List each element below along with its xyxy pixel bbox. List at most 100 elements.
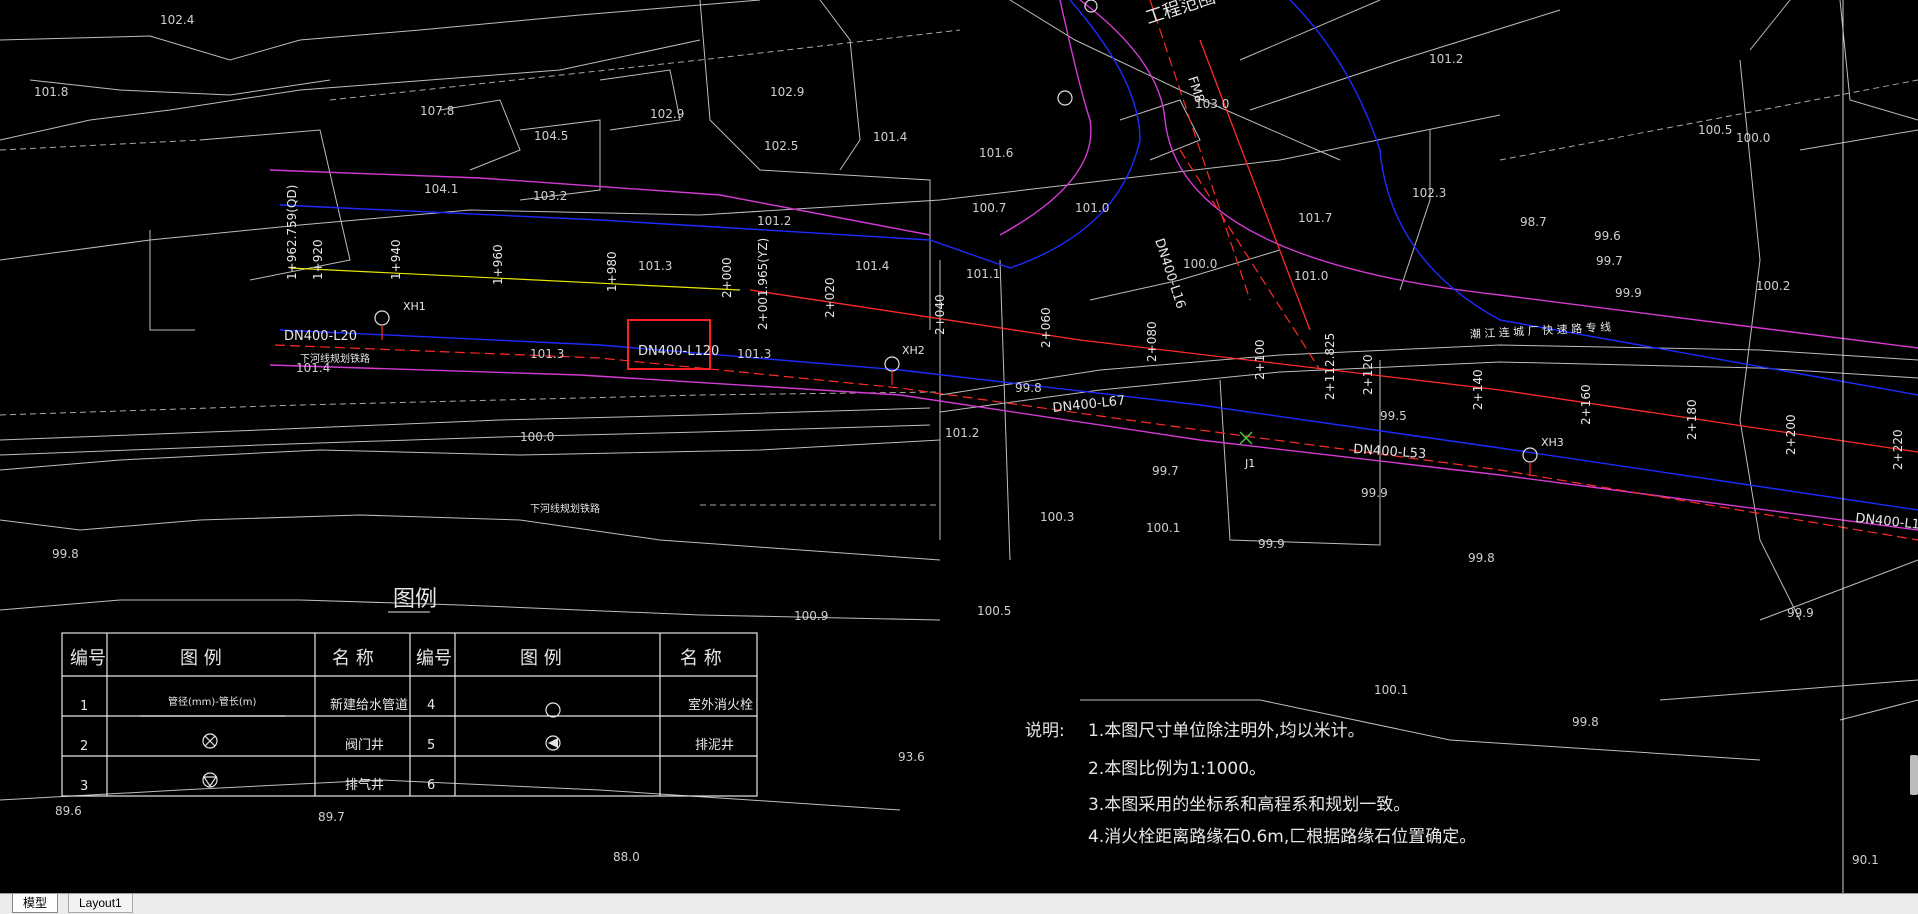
pipe-label-5: DN400-L12 [1855, 511, 1918, 534]
svg-text:101.3: 101.3 [737, 347, 771, 361]
svg-text:93.6: 93.6 [898, 750, 925, 764]
legend-header: 编号 [70, 648, 106, 669]
chainage: 2+200 [1784, 414, 1798, 455]
cad-drawing[interactable]: 工程范围 FM8 DN400-L20 DN400-L120 DN400-L67 … [0, 0, 1918, 893]
layout-tab-bar: 模型 Layout1 [0, 893, 1918, 914]
svg-text:99.8: 99.8 [1015, 381, 1042, 395]
legend-row-name: 室外消火栓 [688, 697, 753, 713]
legend-header: 名 称 [332, 648, 374, 669]
svg-text:101.4: 101.4 [855, 259, 889, 273]
svg-text:102.3: 102.3 [1412, 186, 1446, 200]
chainage: 2+120 [1361, 354, 1375, 395]
hydrant-label-1: XH1 [403, 300, 426, 313]
svg-text:101.2: 101.2 [757, 214, 791, 228]
note-item: 2.本图比例为1:1000。 [1088, 759, 1266, 779]
note-item: 1.本图尺寸单位除注明外,均以米计。 [1088, 721, 1365, 741]
hydrant-label-3: XH3 [1541, 436, 1564, 449]
svg-text:103.0: 103.0 [1195, 97, 1229, 111]
svg-text:100.5: 100.5 [1698, 123, 1732, 137]
legend-header: 图 例 [180, 648, 222, 669]
legend-header: 图 例 [520, 648, 562, 669]
cad-drawing-canvas[interactable]: 工程范围 FM8 DN400-L20 DN400-L120 DN400-L67 … [0, 0, 1918, 893]
svg-text:100.5: 100.5 [977, 604, 1011, 618]
legend-header: 名 称 [680, 648, 722, 669]
svg-text:99.9: 99.9 [1361, 486, 1388, 500]
legend-row-name: 排气井 [345, 777, 384, 793]
chainage: 2+000 [720, 257, 734, 298]
drawing-labels: 工程范围 FM8 DN400-L20 DN400-L120 DN400-L67 … [284, 0, 1918, 534]
chainage: 2+112.825 [1323, 333, 1337, 400]
legend-row-no: 4 [427, 698, 435, 713]
svg-text:102.9: 102.9 [770, 85, 804, 99]
svg-text:99.8: 99.8 [52, 547, 79, 561]
svg-text:100.0: 100.0 [1183, 257, 1217, 271]
legend-row-name: 排泥井 [695, 738, 734, 753]
chainage: 2+100 [1253, 339, 1267, 380]
svg-text:99.9: 99.9 [1787, 606, 1814, 620]
svg-text:101.3: 101.3 [530, 347, 564, 361]
fire-hydrant-icon [545, 702, 561, 718]
legend: 图例 编号 图 例 名 称 编号 图 例 名 称 1 2 3 管径(mm)-管长… [61, 587, 758, 797]
legend-row-no: 2 [80, 739, 88, 754]
chainage: 2+220 [1891, 429, 1905, 470]
red-dashed-pipes [274, 0, 1918, 541]
boundary-lines [269, 0, 1918, 531]
chainage: 2+060 [1039, 307, 1053, 348]
chainage: 1+980 [605, 251, 619, 292]
svg-text:101.0: 101.0 [1294, 269, 1328, 283]
chainage: 1+960 [491, 244, 505, 285]
svg-text:100.1: 100.1 [1374, 683, 1408, 697]
chainage: 2+080 [1145, 321, 1159, 362]
svg-text:100.7: 100.7 [972, 201, 1006, 215]
tab-model[interactable]: 模型 [12, 894, 59, 913]
terrain-lines [0, 0, 1918, 811]
legend-pipe-caption: 管径(mm)-管长(m) [168, 695, 257, 708]
chainage: 1+940 [389, 239, 403, 280]
svg-text:99.9: 99.9 [1258, 537, 1285, 551]
legend-row-no: 1 [80, 699, 88, 714]
svg-text:100.1: 100.1 [1146, 521, 1180, 535]
svg-text:100.3: 100.3 [1040, 510, 1074, 524]
svg-text:102.9: 102.9 [650, 107, 684, 121]
notes-label: 说明: [1025, 721, 1065, 741]
legend-row-no: 3 [80, 779, 88, 794]
chainage: 1+962.759(QD) [285, 185, 299, 280]
svg-text:88.0: 88.0 [613, 850, 640, 864]
pipe-label-1: DN400-L20 [284, 329, 357, 344]
svg-text:100.2: 100.2 [1756, 279, 1790, 293]
svg-text:99.8: 99.8 [1468, 551, 1495, 565]
pipe-label-3: DN400-L67 [1052, 393, 1126, 416]
svg-text:98.7: 98.7 [1520, 215, 1547, 229]
svg-text:100.0: 100.0 [520, 430, 554, 444]
right-scroll-handle[interactable] [1910, 755, 1918, 795]
svg-text:99.5: 99.5 [1380, 409, 1407, 423]
legend-row-no: 5 [427, 738, 435, 753]
svg-text:102.5: 102.5 [764, 139, 798, 153]
centerline [289, 267, 741, 291]
pipe-label-2: DN400-L120 [638, 344, 719, 359]
tab-layout1[interactable]: Layout1 [68, 894, 133, 913]
svg-text:101.6: 101.6 [979, 146, 1013, 160]
svg-text:101.0: 101.0 [1075, 201, 1109, 215]
svg-text:101.7: 101.7 [1298, 211, 1332, 225]
svg-text:99.9: 99.9 [1615, 286, 1642, 300]
chainage: 2+040 [933, 294, 947, 335]
elevation-labels: 102.4 101.8 107.8 102.9 104.5 102.9 101.… [34, 13, 1879, 867]
joint-marker [1239, 431, 1253, 445]
svg-text:89.6: 89.6 [55, 804, 82, 818]
svg-text:99.6: 99.6 [1594, 229, 1621, 243]
svg-text:102.4: 102.4 [160, 13, 194, 27]
svg-text:101.4: 101.4 [873, 130, 907, 144]
air-valve-icon [202, 772, 218, 788]
pipe-label-6: DN400-L16 [1151, 237, 1188, 311]
svg-text:100.9: 100.9 [794, 609, 828, 623]
note-item: 4.消火栓距离路缘石0.6m,匚根据路缘石位置确定。 [1088, 827, 1476, 847]
svg-text:101.2: 101.2 [945, 426, 979, 440]
svg-text:107.8: 107.8 [420, 104, 454, 118]
note-item: 3.本图采用的坐标系和高程系和规划一致。 [1088, 795, 1410, 815]
svg-text:99.7: 99.7 [1152, 464, 1179, 478]
svg-text:90.1: 90.1 [1852, 853, 1879, 867]
svg-text:101.8: 101.8 [34, 85, 68, 99]
chainage: 2+180 [1685, 399, 1699, 440]
chainage: 2+160 [1579, 384, 1593, 425]
